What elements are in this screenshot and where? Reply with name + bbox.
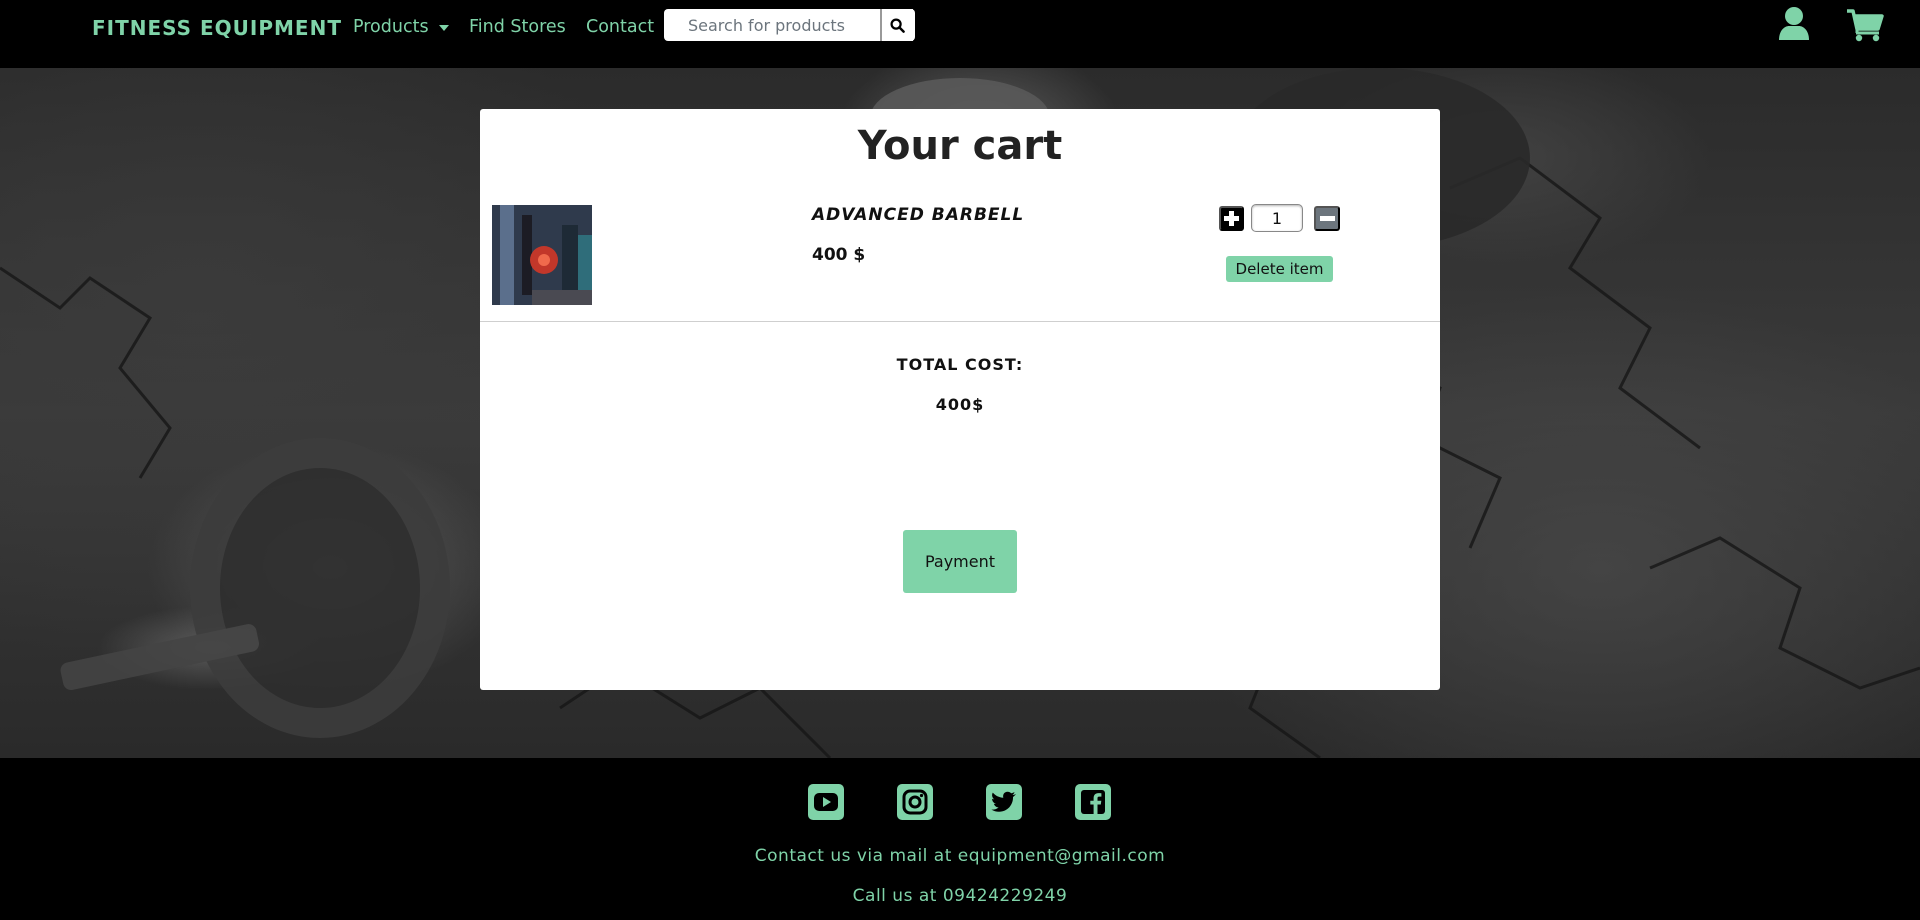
search-bar [664,9,915,41]
footer: Contact us via mail at equipment@gmail.c… [0,758,1920,920]
product-price: 400 $ [812,245,866,265]
minus-icon [1319,216,1335,221]
search-input[interactable] [664,9,882,41]
instagram-icon[interactable] [897,784,933,820]
search-icon [890,17,905,33]
product-name: ADVANCED BARBELL [812,205,1025,225]
delete-item-button[interactable]: Delete item [1226,256,1333,282]
brand-logo[interactable]: FITNESS EQUIPMENT [92,16,342,40]
chevron-down-icon [438,25,449,31]
twitter-icon[interactable] [986,784,1022,820]
divider [480,321,1440,322]
plus-icon [1224,211,1239,226]
payment-button[interactable]: Payment [903,530,1017,593]
user-icon[interactable] [1778,6,1810,46]
search-button[interactable] [882,9,913,41]
navbar: FITNESS EQUIPMENT Products Find Stores C… [0,0,1920,68]
quantity-input[interactable] [1251,204,1303,232]
cart-card: Your cart ADVANCED BARBELL 400 $ Delete … [480,109,1440,690]
cart-icon[interactable] [1846,8,1884,46]
nav-products-dropdown[interactable]: Products [353,17,449,37]
decrease-quantity-button[interactable] [1314,206,1340,231]
footer-contact-phone: Call us at 09424229249 [852,886,1068,906]
total-cost-label: TOTAL COST: [896,355,1024,374]
youtube-icon[interactable] [808,784,844,820]
nav-contact[interactable]: Contact [586,17,654,37]
increase-quantity-button[interactable] [1219,206,1244,231]
total-cost-value: 400$ [935,395,985,414]
nav-find-stores[interactable]: Find Stores [469,17,566,37]
product-image[interactable] [492,205,592,305]
page-title: Your cart [857,123,1063,169]
footer-contact-mail: Contact us via mail at equipment@gmail.c… [754,846,1166,866]
facebook-icon[interactable] [1075,784,1111,820]
nav-products-label: Products [353,17,429,37]
